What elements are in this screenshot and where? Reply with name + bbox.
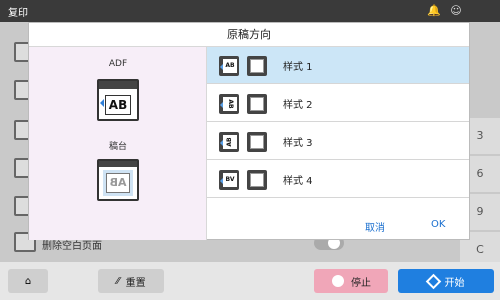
page-layout-icon (247, 56, 267, 76)
app-title: 复印 (8, 8, 28, 19)
option-label: 样式 1 (283, 62, 313, 73)
orientation-icon: AB (219, 132, 239, 152)
top-bar: 复印 🔔 ☺ (0, 0, 500, 22)
bottom-bar: ⌂ ⁄⁄ 重置 停止 开始 (0, 262, 500, 300)
style-option-4[interactable]: BV 样式 4 (207, 161, 469, 198)
reset-button[interactable]: ⁄⁄ 重置 (98, 269, 164, 293)
stop-label: 停止 (351, 277, 371, 289)
start-label: 开始 (444, 277, 465, 289)
orientation-icon: BV (219, 170, 239, 190)
start-icon (425, 273, 441, 289)
option-label: 样式 3 (283, 138, 313, 149)
dialog-title: 原稿方向 (29, 23, 469, 47)
cancel-button[interactable]: 取消 (365, 219, 385, 234)
style-option-2[interactable]: AB 样式 2 (207, 85, 469, 122)
ok-button[interactable]: OK (431, 219, 445, 230)
style-option-3[interactable]: AB 样式 3 (207, 123, 469, 160)
orientation-icon: AB (219, 56, 239, 76)
orientation-icon: AB (219, 94, 239, 114)
dialog-actions: 取消 OK (207, 213, 469, 239)
orientation-dialog: 原稿方向 ADF AB 稿台 AB AB 样式 1 AB 样式 2 AB 样式 … (28, 22, 470, 240)
stop-button[interactable]: 停止 (314, 269, 388, 293)
platen-document-icon: AB (97, 159, 139, 201)
option-label: 样式 4 (283, 176, 313, 187)
page-layout-icon (247, 132, 267, 152)
page-layout-icon (247, 94, 267, 114)
adf-label: ADF (108, 59, 128, 69)
bell-icon[interactable]: 🔔 (426, 3, 442, 19)
reset-icon: ⁄⁄ (116, 275, 120, 287)
user-icon[interactable]: ☺ (448, 3, 464, 19)
reset-label: 重置 (125, 277, 146, 289)
adf-document-icon: AB (97, 79, 139, 121)
home-icon: ⌂ (24, 275, 32, 287)
start-button[interactable]: 开始 (398, 269, 494, 293)
platen-label: 稿台 (108, 142, 127, 152)
style-option-1[interactable]: AB 样式 1 (207, 47, 469, 84)
home-button[interactable]: ⌂ (8, 269, 48, 293)
source-panel: ADF AB 稿台 AB (29, 47, 207, 240)
stop-icon (331, 274, 345, 288)
option-label: 样式 2 (283, 100, 313, 111)
page-layout-icon (247, 170, 267, 190)
